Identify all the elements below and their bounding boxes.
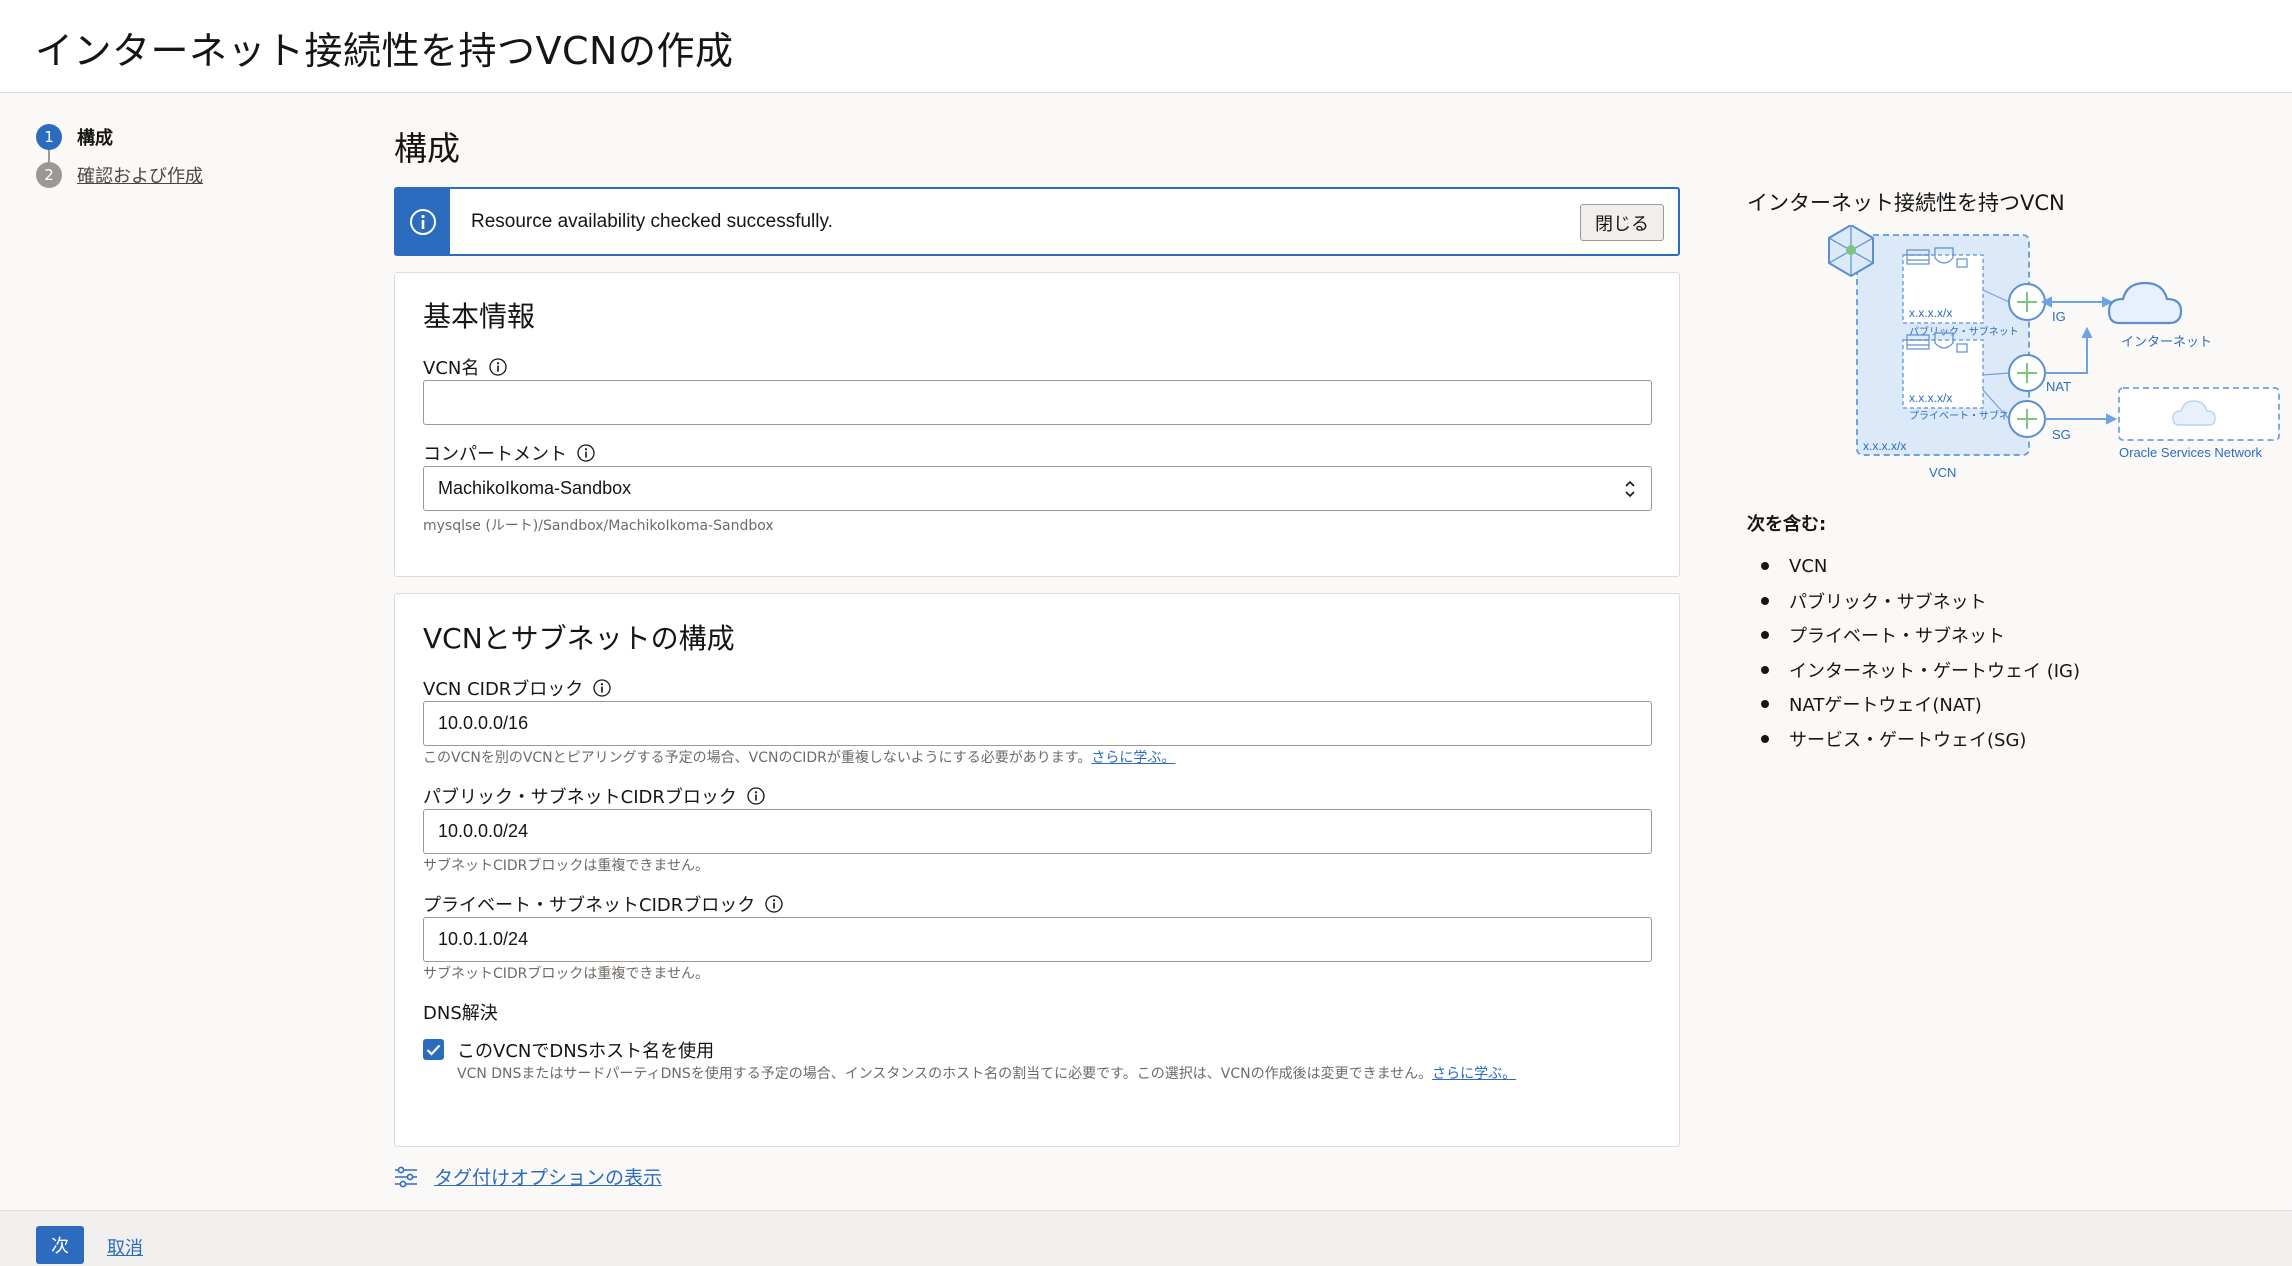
- info-icon[interactable]: [765, 895, 783, 913]
- svg-text:x.x.x.x/x: x.x.x.x/x: [1909, 306, 1952, 320]
- svg-text:VCN: VCN: [1929, 465, 1956, 480]
- dns-label: DNS解決: [423, 1003, 498, 1024]
- vcn-cidr-input[interactable]: [423, 701, 1652, 746]
- summary-title: インターネット接続性を持つVCN: [1747, 191, 2065, 215]
- field-label-text: VCN名: [423, 358, 480, 379]
- svg-text:IG: IG: [2052, 309, 2066, 324]
- includes-heading: 次を含む:: [1747, 514, 1827, 535]
- tagging-options-link[interactable]: タグ付けオプションの表示: [394, 1163, 662, 1190]
- list-item: プライベート・サブネット: [1761, 618, 2080, 653]
- list-item: VCN: [1761, 549, 2080, 584]
- list-item: パブリック・サブネット: [1761, 584, 2080, 619]
- svg-text:x.x.x.x/x: x.x.x.x/x: [1863, 439, 1906, 453]
- page-title: インターネット接続性を持つVCNの作成: [35, 29, 734, 73]
- public-subnet-hint: サブネットCIDRブロックは重複できません。: [423, 858, 709, 874]
- info-banner: Resource availability checked successful…: [394, 187, 1680, 256]
- svg-text:SG: SG: [2052, 427, 2071, 442]
- ig-gateway-icon: [2008, 283, 2046, 321]
- wizard-steps: 1 構成 2 確認および作成: [36, 118, 203, 194]
- sg-gateway-icon: [2008, 400, 2046, 438]
- private-subnet-cidr-input[interactable]: [423, 917, 1652, 962]
- step-number: 1: [36, 124, 62, 150]
- dns-checkbox-label[interactable]: このVCNでDNSホスト名を使用: [457, 1037, 714, 1063]
- compartment-select[interactable]: MachikoIkoma-Sandbox: [423, 466, 1652, 511]
- step-label: 構成: [77, 128, 113, 149]
- vcn-cidr-hint: このVCNを別のVCNとピアリングする予定の場合、VCNのCIDRが重複しないよ…: [423, 747, 1175, 767]
- dns-hostname-checkbox[interactable]: [423, 1039, 444, 1060]
- info-icon[interactable]: [593, 679, 611, 697]
- next-button[interactable]: 次: [36, 1226, 84, 1264]
- dns-hint: VCN DNSまたはサードパーティDNSを使用する予定の場合、インスタンスのホス…: [457, 1063, 1516, 1083]
- hint-text: このVCNを別のVCNとピアリングする予定の場合、VCNのCIDRが重複しないよ…: [423, 750, 1092, 766]
- vcn-architecture-diagram: x.x.x.x/x パブリック・サブネット x.x.x.x/x プライベート・サ…: [1828, 225, 2280, 480]
- basic-info-card: 基本情報 VCN名 コンパートメント MachikoIkoma-Sandbox …: [394, 272, 1680, 577]
- public-subnet-label: パブリック・サブネットCIDRブロック: [423, 783, 765, 809]
- tagging-options-label[interactable]: タグ付けオプションの表示: [434, 1163, 662, 1190]
- card-title: 基本情報: [423, 300, 536, 333]
- step-review-create[interactable]: 2 確認および作成: [36, 156, 203, 194]
- internet-cloud-icon: [2107, 281, 2183, 325]
- page-header: インターネット接続性を持つVCNの作成: [0, 0, 2292, 93]
- vcn-name-label: VCN名: [423, 354, 508, 380]
- summary-panel: インターネット接続性を持つVCN x.x.x.x/x パブリック・サブネット x…: [1747, 187, 2287, 751]
- cancel-link[interactable]: 取消: [107, 1234, 143, 1260]
- select-value: MachikoIkoma-Sandbox: [438, 478, 632, 498]
- banner-message: Resource availability checked successful…: [471, 211, 833, 232]
- private-subnet-hint: サブネットCIDRブロックは重複できません。: [423, 966, 709, 982]
- vcn-subnet-card: VCNとサブネットの構成 VCN CIDRブロック このVCNを別のVCNとピア…: [394, 593, 1680, 1147]
- card-title: VCNとサブネットの構成: [423, 622, 735, 655]
- vcn-name-input[interactable]: [423, 380, 1652, 425]
- vcn-cidr-label: VCN CIDRブロック: [423, 675, 611, 701]
- info-icon[interactable]: [489, 358, 508, 376]
- includes-list: VCN パブリック・サブネット プライベート・サブネット インターネット・ゲート…: [1761, 549, 2080, 756]
- svg-text:パブリック・サブネット: パブリック・サブネット: [1909, 325, 2019, 338]
- compartment-path: mysqlse (ルート)/Sandbox/MachikoIkoma-Sandb…: [423, 518, 774, 534]
- field-label-text: プライベート・サブネットCIDRブロック: [423, 895, 756, 916]
- svg-text:NAT: NAT: [2046, 379, 2071, 394]
- checkmark-icon: [426, 1044, 441, 1056]
- step-label[interactable]: 確認および作成: [77, 162, 203, 188]
- field-label-text: パブリック・サブネットCIDRブロック: [423, 787, 737, 808]
- learn-more-link[interactable]: さらに学ぶ。: [1091, 750, 1175, 766]
- footer-bar: 次 取消: [0, 1210, 2292, 1266]
- private-subnet-label: プライベート・サブネットCIDRブロック: [423, 891, 783, 917]
- learn-more-link[interactable]: さらに学ぶ。: [1432, 1066, 1516, 1082]
- sliders-icon: [395, 1166, 417, 1187]
- info-icon[interactable]: [747, 787, 765, 805]
- field-label-text: コンパートメント: [423, 444, 567, 465]
- step-number: 2: [36, 162, 62, 188]
- chevron-up-down-icon: [1625, 480, 1635, 497]
- compartment-label: コンパートメント: [423, 440, 595, 466]
- field-label-text: VCN CIDRブロック: [423, 679, 584, 700]
- section-title: 構成: [394, 129, 460, 168]
- list-item: NATゲートウェイ(NAT): [1761, 687, 2080, 722]
- step-configure[interactable]: 1 構成: [36, 118, 203, 162]
- svg-text:Oracle Services Network: Oracle Services Network: [2119, 445, 2263, 460]
- list-item: サービス・ゲートウェイ(SG): [1761, 722, 2080, 757]
- nat-gateway-icon: [2008, 354, 2046, 392]
- public-subnet-cidr-input[interactable]: [423, 809, 1652, 854]
- info-icon[interactable]: [577, 444, 595, 462]
- close-button[interactable]: 閉じる: [1580, 204, 1664, 241]
- svg-text:インターネット: インターネット: [2121, 334, 2212, 349]
- svg-text:x.x.x.x/x: x.x.x.x/x: [1909, 391, 1952, 405]
- hint-text: VCN DNSまたはサードパーティDNSを使用する予定の場合、インスタンスのホス…: [457, 1066, 1433, 1082]
- info-icon: [396, 189, 450, 254]
- list-item: インターネット・ゲートウェイ (IG): [1761, 653, 2080, 688]
